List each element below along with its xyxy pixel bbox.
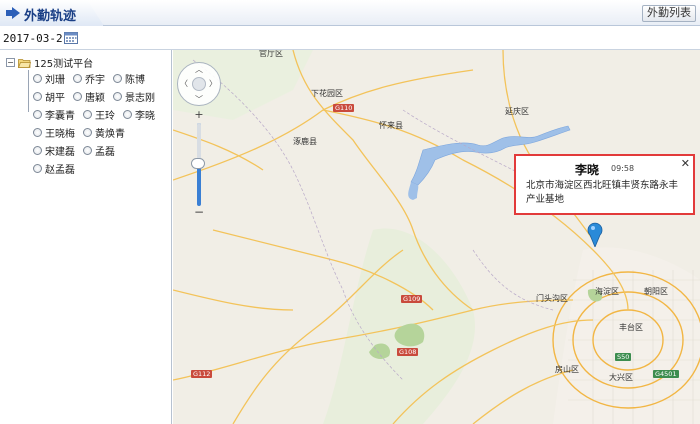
- radio-button[interactable]: [33, 73, 42, 83]
- map-label-chaoyang: 朝阳区: [644, 287, 668, 296]
- page-title: 外勤轨迹: [24, 9, 77, 24]
- personnel-tree: − 125测试平台 刘珊 乔宇 陈博胡平 唐颖 景志刚李囊青 王玲 李晓王晓梅 黄焕青宋建磊 孟…: [0, 50, 172, 424]
- popup-time: 09:58: [611, 164, 635, 173]
- zoom-in-button[interactable]: +: [192, 109, 206, 120]
- tree-connector: [28, 70, 29, 112]
- pan-left-icon[interactable]: 〈: [180, 78, 188, 89]
- zoom-slider-handle[interactable]: [191, 158, 205, 169]
- user-row: 胡平 唐颖 景志刚: [33, 87, 168, 105]
- map-label-mentougou: 门头沟区: [536, 294, 568, 303]
- user-row: 赵孟磊: [33, 159, 168, 177]
- pan-right-icon[interactable]: 〉: [209, 78, 217, 89]
- user-name: 乔宇: [85, 74, 105, 86]
- radio-button[interactable]: [123, 109, 132, 119]
- radio-button[interactable]: [33, 145, 42, 155]
- radio-button[interactable]: [83, 145, 92, 155]
- zoom-out-button[interactable]: −: [192, 206, 206, 218]
- user-option[interactable]: 刘珊: [33, 71, 65, 86]
- user-option[interactable]: 王玲: [83, 107, 115, 122]
- tree-root-label: 125测试平台: [34, 59, 94, 70]
- user-name: 李晓: [135, 110, 155, 122]
- user-option[interactable]: 王晓梅: [33, 125, 75, 140]
- map-pin-icon[interactable]: [587, 221, 603, 247]
- user-name: 景志刚: [125, 92, 155, 104]
- map-label-huailai: 怀来县: [379, 121, 403, 130]
- pan-control[interactable]: ︿ ﹀ 〈 〉: [177, 62, 221, 106]
- user-row: 王晓梅 黄焕青: [33, 123, 168, 141]
- user-option[interactable]: 景志刚: [113, 89, 155, 104]
- date-toolbar: [0, 26, 700, 50]
- user-option[interactable]: 胡平: [33, 89, 65, 104]
- user-name: 刘珊: [45, 74, 65, 86]
- road-shield-g4501: G4501: [653, 370, 679, 378]
- radio-button[interactable]: [33, 91, 42, 101]
- user-option[interactable]: 黄焕青: [83, 125, 125, 140]
- road-shield-g108: G108: [397, 348, 419, 356]
- map-label-guanting: 官厅区: [259, 50, 283, 58]
- user-name: 胡平: [45, 92, 65, 104]
- field-list-button[interactable]: 外勤列表: [642, 5, 696, 22]
- arrow-right-icon: [6, 7, 20, 19]
- user-list: 刘珊 乔宇 陈博胡平 唐颖 景志刚李囊青 王玲 李晓王晓梅 黄焕青宋建磊 孟磊赵孟磊: [33, 69, 168, 177]
- user-name: 宋建磊: [45, 146, 75, 158]
- radio-button[interactable]: [33, 109, 42, 119]
- map-label-xiahuayuan: 下花园区: [311, 89, 343, 98]
- date-input[interactable]: [3, 30, 63, 46]
- pan-center[interactable]: [192, 77, 206, 91]
- user-option[interactable]: 李囊青: [33, 107, 75, 122]
- user-option[interactable]: 陈博: [113, 71, 145, 86]
- collapse-toggle[interactable]: −: [6, 58, 15, 67]
- radio-button[interactable]: [113, 91, 122, 101]
- user-row: 刘珊 乔宇 陈博: [33, 69, 168, 87]
- user-row: 李囊青 王玲 李晓: [33, 105, 168, 123]
- road-shield-s50: S50: [615, 353, 632, 361]
- radio-button[interactable]: [33, 163, 42, 173]
- road-shield-g110: G110: [333, 104, 355, 112]
- map-view[interactable]: 官厅区 下花园区 延庆区 怀来县 涿鹿县 门头沟区 海淀区 朝阳区 丰台区 房山…: [173, 50, 700, 424]
- pan-up-icon[interactable]: ︿: [195, 64, 203, 75]
- user-name: 黄焕青: [95, 128, 125, 140]
- radio-button[interactable]: [83, 127, 92, 137]
- radio-button[interactable]: [33, 127, 42, 137]
- user-option[interactable]: 唐颖: [73, 89, 105, 104]
- user-option[interactable]: 赵孟磊: [33, 161, 75, 176]
- road-shield-g109: G109: [401, 295, 423, 303]
- user-option[interactable]: 乔宇: [73, 71, 105, 86]
- user-option[interactable]: 孟磊: [83, 143, 115, 158]
- user-name: 李囊青: [45, 110, 75, 122]
- popup-person-name: 李晓: [575, 163, 600, 177]
- road-shield-g112: G112: [191, 370, 213, 378]
- location-popup: 李晓 09:58 北京市海淀区西北旺镇丰贤东路永丰产业基地 ✕: [514, 154, 695, 215]
- folder-open-icon: [18, 58, 31, 68]
- user-row: 宋建磊 孟磊: [33, 141, 168, 159]
- calendar-icon[interactable]: [64, 31, 78, 44]
- user-option[interactable]: 宋建磊: [33, 143, 75, 158]
- pan-down-icon[interactable]: ﹀: [195, 94, 203, 105]
- user-name: 赵孟磊: [45, 164, 75, 176]
- map-label-yanqing: 延庆区: [505, 107, 529, 116]
- tree-root[interactable]: − 125测试平台: [6, 55, 93, 70]
- close-icon[interactable]: ✕: [681, 157, 690, 170]
- zoom-slider-track: [197, 123, 201, 161]
- radio-button[interactable]: [113, 73, 122, 83]
- map-label-fangshan: 房山区: [555, 365, 579, 374]
- map-label-haidian: 海淀区: [595, 287, 619, 296]
- map-label-fengtai: 丰台区: [619, 323, 643, 332]
- radio-button[interactable]: [73, 73, 82, 83]
- map-label-daxing: 大兴区: [609, 373, 633, 382]
- user-option[interactable]: 李晓: [123, 107, 155, 122]
- map-canvas: [173, 50, 700, 424]
- user-name: 陈博: [125, 74, 145, 86]
- radio-button[interactable]: [73, 91, 82, 101]
- popup-address: 北京市海淀区西北旺镇丰贤东路永丰产业基地: [526, 180, 679, 205]
- user-name: 孟磊: [95, 146, 115, 158]
- map-label-zhuolu: 涿鹿县: [293, 137, 317, 146]
- radio-button[interactable]: [83, 109, 92, 119]
- user-name: 王玲: [95, 110, 115, 122]
- title-bar: 外勤轨迹 外勤列表: [0, 0, 700, 26]
- user-name: 唐颖: [85, 92, 105, 104]
- user-name: 王晓梅: [45, 128, 75, 140]
